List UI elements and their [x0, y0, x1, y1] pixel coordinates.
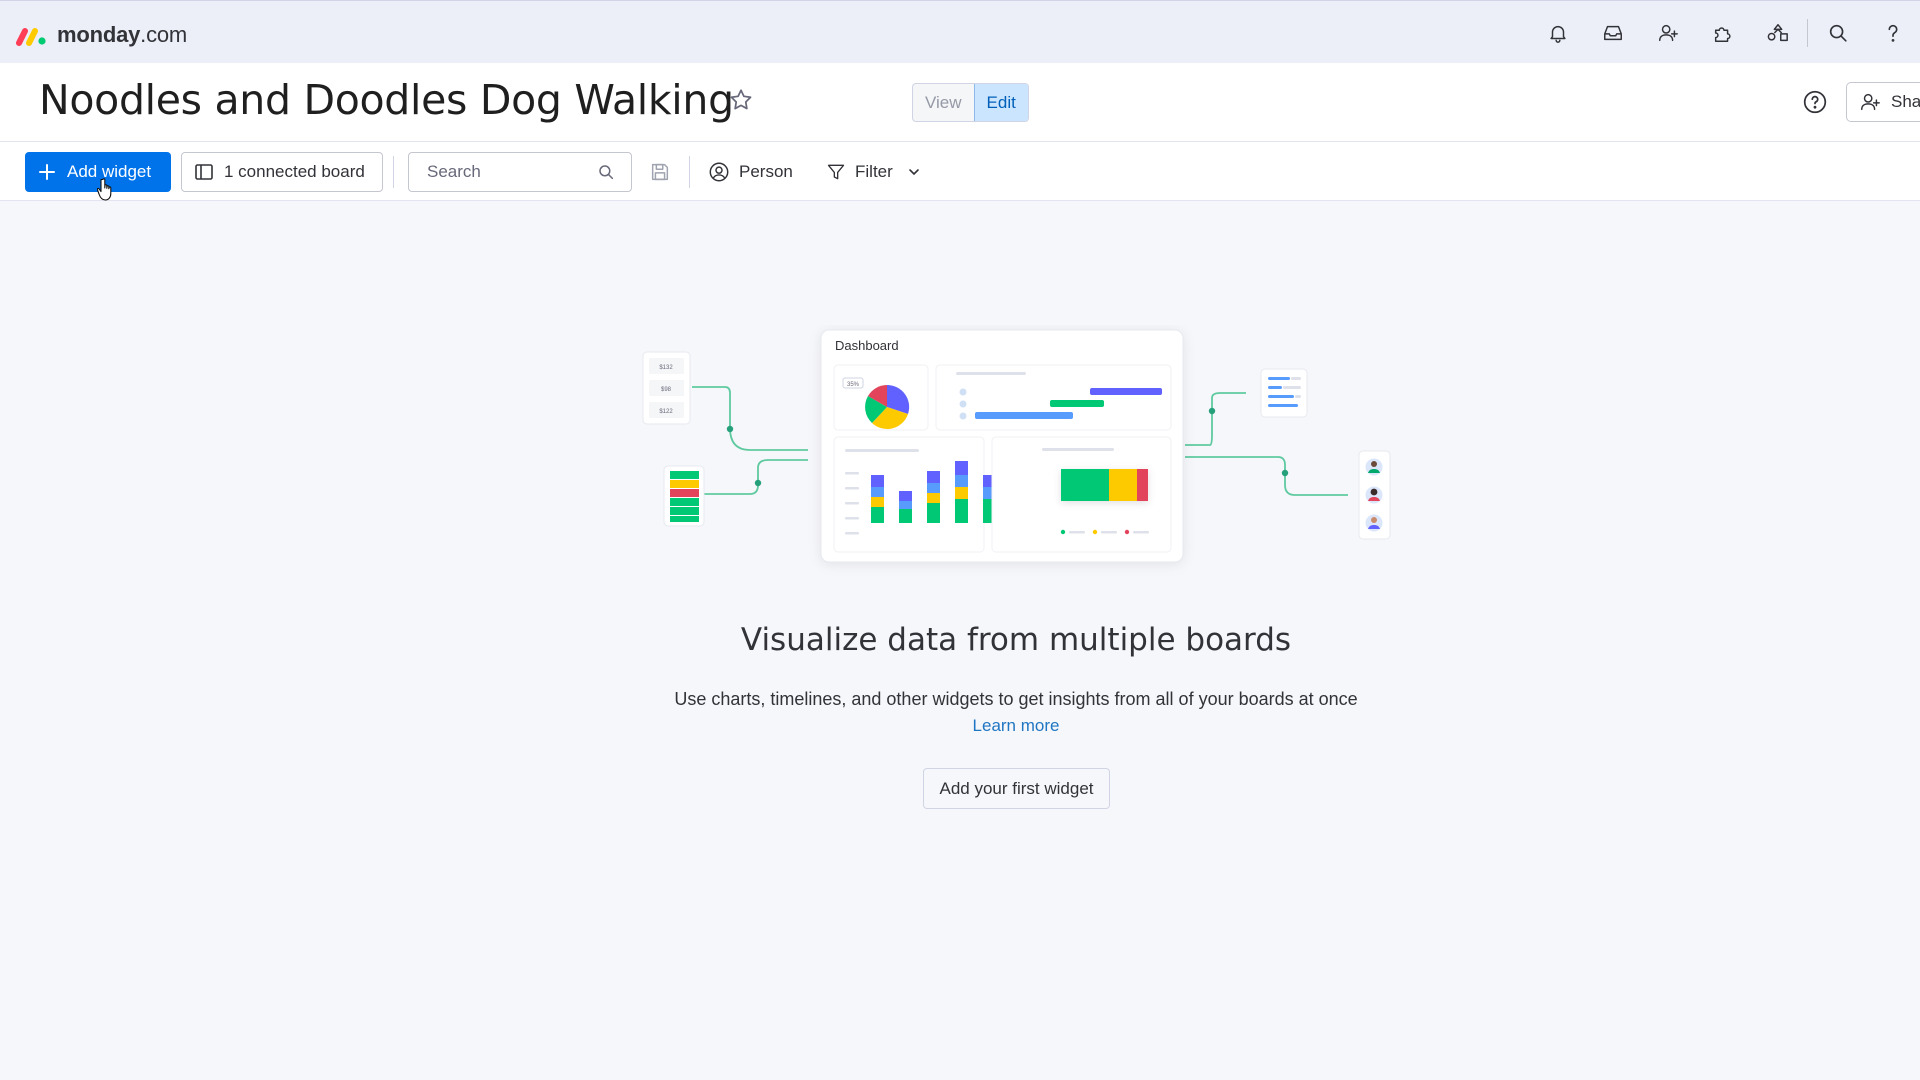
price-card: $132 $98 $122	[642, 351, 691, 425]
share-person-icon	[1861, 93, 1880, 111]
dashboard-card: Dashboard 35%	[820, 329, 1184, 563]
empty-state-subtitle: Use charts, timelines, and other widgets…	[674, 689, 1358, 709]
page-title[interactable]: Noodles and Doodles Dog Walking	[39, 76, 734, 124]
help-icon[interactable]	[1865, 15, 1920, 51]
top-bar: monday.com	[0, 0, 1920, 63]
plus-icon	[39, 164, 55, 180]
view-mode-button[interactable]: View	[913, 84, 974, 121]
status-stack-card	[663, 465, 705, 527]
avatar	[1365, 458, 1383, 476]
share-label: Sha	[1891, 92, 1920, 111]
monday-logo[interactable]: monday.com	[15, 21, 187, 49]
avatar	[1365, 486, 1383, 504]
pie-chart	[865, 384, 910, 430]
monday-logo-icon	[16, 28, 46, 46]
top-divider	[1807, 19, 1808, 47]
brand-name: monday.com	[57, 22, 188, 47]
toolbar: Add widget 1 connected board Person Filt…	[0, 142, 1920, 201]
search-box[interactable]	[408, 152, 632, 192]
filter-icon	[827, 164, 845, 180]
price-value: $122	[659, 409, 673, 415]
connected-boards-button[interactable]: 1 connected board	[181, 152, 383, 192]
templates-icon[interactable]	[1750, 15, 1805, 51]
inbox-icon[interactable]	[1585, 15, 1640, 51]
board-icon	[195, 164, 213, 180]
apps-icon[interactable]	[1695, 15, 1750, 51]
person-circle-icon	[709, 162, 729, 182]
share-button[interactable]: Sha	[1846, 82, 1920, 122]
dashboard-card-title: Dashboard	[835, 338, 899, 353]
dashboard-header: Noodles and Doodles Dog Walking View Edi…	[0, 63, 1920, 142]
avatars-card	[1358, 450, 1391, 540]
filter-label: Filter	[855, 162, 893, 181]
price-value: $98	[661, 387, 672, 393]
person-label: Person	[739, 162, 793, 181]
hand-cursor-icon	[97, 178, 112, 201]
pie-percent-label: 35%	[847, 382, 860, 388]
list-card	[1260, 368, 1308, 418]
learn-more-link[interactable]: Learn more	[973, 716, 1060, 735]
filter-button[interactable]: Filter	[826, 152, 921, 192]
edit-mode-button[interactable]: Edit	[973, 84, 1028, 121]
connected-boards-label: 1 connected board	[224, 162, 365, 181]
chevron-down-icon[interactable]	[907, 165, 921, 179]
toolbar-divider	[689, 156, 690, 188]
toolbar-divider	[393, 156, 394, 188]
save-view-icon[interactable]	[649, 161, 671, 183]
dashboard-illustration: $132 $98 $122 Dashboard 35%	[642, 329, 1391, 563]
battery-bar	[1061, 469, 1148, 501]
view-edit-toggle: View Edit	[912, 83, 1029, 122]
question-circle-icon[interactable]	[1802, 89, 1828, 115]
search-field-icon[interactable]	[597, 163, 615, 181]
invite-members-icon[interactable]	[1640, 15, 1695, 51]
empty-state-title: Visualize data from multiple boards	[740, 622, 1292, 658]
search-input[interactable]	[427, 162, 597, 182]
learn-more-container: Learn more	[0, 716, 1920, 736]
avatar	[1365, 514, 1383, 532]
search-icon[interactable]	[1810, 15, 1865, 51]
person-filter-button[interactable]: Person	[708, 152, 793, 192]
add-first-widget-button[interactable]: Add your first widget	[923, 768, 1110, 809]
price-value: $132	[659, 365, 673, 371]
bell-icon[interactable]	[1530, 15, 1585, 51]
star-icon[interactable]	[728, 87, 754, 113]
top-icons	[1530, 15, 1920, 51]
